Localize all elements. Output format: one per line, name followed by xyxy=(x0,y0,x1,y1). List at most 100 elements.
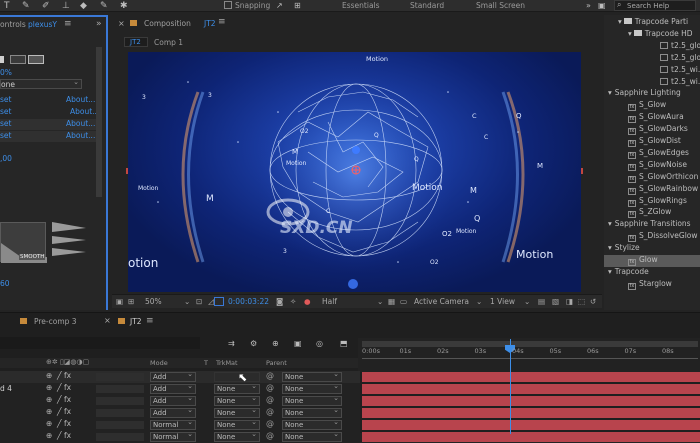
reset-link[interactable]: set xyxy=(0,107,11,116)
layer-switch-boxes[interactable] xyxy=(96,397,144,405)
eraser-tool-icon[interactable]: ◆ xyxy=(80,1,87,11)
effects-tree-item[interactable]: t2.5_wi... xyxy=(604,77,700,89)
3d-view-icon[interactable]: ▭ xyxy=(400,297,407,306)
layer-switch-boxes[interactable] xyxy=(96,421,144,429)
layer-row[interactable]: ⊕ ╱ fx Add None @ None xyxy=(0,406,360,419)
parent-dropdown[interactable]: None xyxy=(282,406,342,418)
about-link[interactable]: About... xyxy=(66,95,95,104)
left-scrollbar[interactable] xyxy=(96,47,102,197)
effects-tree-item[interactable]: fx S_GlowAura xyxy=(604,112,700,124)
mode-dropdown[interactable]: Add xyxy=(150,382,196,394)
layer-row[interactable]: ⊕ ╱ fx Add @ None xyxy=(0,370,360,383)
effects-tree-item[interactable]: t2.5_glow xyxy=(604,53,700,65)
toggle-on-button[interactable] xyxy=(28,55,44,64)
draft-3d-icon[interactable]: ⚙ xyxy=(250,339,257,348)
layer-switch-boxes[interactable] xyxy=(96,409,144,417)
layer-switches[interactable]: ⊕ ╱ fx xyxy=(46,419,71,428)
effects-tree-item[interactable]: fx S_ZGlow xyxy=(604,207,700,219)
parent-dropdown[interactable]: None xyxy=(282,394,342,406)
view-layout-icon[interactable]: ▤ xyxy=(538,297,545,306)
layer-switch-boxes[interactable] xyxy=(96,433,144,441)
effects-tree-item[interactable]: ▾ Trapcode HD xyxy=(604,29,700,41)
layer-duration-bar[interactable] xyxy=(362,432,700,442)
effects-tree-item[interactable]: ▾ Sapphire Transitions xyxy=(604,219,700,231)
timecode[interactable]: 0:00:03:22 xyxy=(228,297,269,306)
curve-presets-icon[interactable] xyxy=(52,222,88,258)
timeline-menu-icon[interactable]: ≡ xyxy=(146,316,154,326)
trkmat-dropdown[interactable]: None xyxy=(214,430,260,442)
comp-tab-label[interactable]: Composition xyxy=(144,19,191,28)
comp-flowchart-icon[interactable]: ⇉ xyxy=(228,339,235,348)
zoom-chevron-icon[interactable]: ⌄ xyxy=(184,297,190,306)
color-channels-icon[interactable]: ● xyxy=(304,297,311,306)
tab-pre-comp-3[interactable]: Pre-comp 3 xyxy=(34,317,77,326)
effects-tree-item[interactable]: ▾ Sapphire Lighting xyxy=(604,88,700,100)
shy-icon[interactable]: ⊕ xyxy=(272,339,279,348)
layer-duration-bar[interactable] xyxy=(362,408,700,418)
pickwhip-icon[interactable]: @ xyxy=(266,383,274,392)
layer-search-input[interactable] xyxy=(0,337,200,349)
layer-switch-boxes[interactable] xyxy=(96,373,144,381)
close-tab-icon[interactable]: × xyxy=(118,19,125,28)
toggle-off-button[interactable] xyxy=(10,55,26,64)
time-ruler[interactable] xyxy=(358,338,700,372)
breadcrumb-parent[interactable]: Comp 1 xyxy=(154,38,183,47)
window-icon[interactable]: ▣ xyxy=(598,1,606,10)
effect-controls-tab[interactable]: ontrols plexusY ≡ » xyxy=(0,19,106,31)
parent-dropdown[interactable]: None xyxy=(282,430,342,442)
layer-switches[interactable]: ⊕ ╱ fx xyxy=(46,431,71,440)
snap-options-icon[interactable]: ⊞ xyxy=(294,1,301,10)
workspace-small-screen[interactable]: Small Screen xyxy=(476,1,525,10)
expand-panel-icon[interactable]: » xyxy=(96,19,102,29)
effects-tree-item[interactable]: fx S_GlowEdges xyxy=(604,148,700,160)
pickwhip-icon[interactable]: @ xyxy=(266,419,274,428)
about-link[interactable]: About... xyxy=(70,107,99,116)
percent-value[interactable]: 0% xyxy=(0,68,12,77)
layer-switches[interactable]: ⊕ ╱ fx xyxy=(46,407,71,416)
workspace-menu-icon[interactable]: » xyxy=(586,1,591,10)
zoom-value[interactable]: 50% xyxy=(145,297,162,306)
mode-dropdown[interactable]: Add xyxy=(150,394,196,406)
about-link[interactable]: About... xyxy=(66,119,95,128)
reset-link[interactable]: set xyxy=(0,131,11,140)
comp-menu-icon[interactable]: ≡ xyxy=(218,17,226,27)
effects-tree-item[interactable]: ▾ Stylize xyxy=(604,243,700,255)
workspace-essentials[interactable]: Essentials xyxy=(342,1,380,10)
layer-switches[interactable]: ⊕ ╱ fx xyxy=(46,371,71,380)
effect-dropdown[interactable]: one ⌄ xyxy=(0,78,82,89)
fast-preview-icon[interactable]: ▧ xyxy=(552,297,559,306)
channel-icon[interactable]: ✧ xyxy=(290,297,296,306)
playhead-line[interactable] xyxy=(510,339,511,434)
layer-switches[interactable]: ⊕ ╱ fx xyxy=(46,383,71,392)
view-chevron-icon[interactable]: ⌄ xyxy=(524,297,530,306)
motion-blur-icon[interactable]: ◎ xyxy=(316,339,323,348)
frame-blend-icon[interactable]: ▣ xyxy=(294,339,302,348)
effects-tree-item[interactable]: fx S_GlowRainbow xyxy=(604,184,700,196)
effects-tree-item[interactable]: fx Starglow xyxy=(604,279,700,291)
effects-tree-item[interactable]: fx Glow xyxy=(604,255,700,267)
workspace-standard[interactable]: Standard xyxy=(410,1,444,10)
tab-jt2[interactable]: JT2 xyxy=(130,317,142,326)
effects-tree-item[interactable]: ▾ Trapcode Parti xyxy=(604,17,700,29)
search-help-box[interactable]: ⌕ Search Help xyxy=(614,0,696,11)
region-icon[interactable] xyxy=(214,297,224,306)
safe-zones-icon[interactable]: ⊡ xyxy=(196,297,202,306)
layer-switch-boxes[interactable] xyxy=(96,385,144,393)
effects-tree-item[interactable]: t2.5_wi... xyxy=(604,65,700,77)
trkmat-dropdown[interactable]: None xyxy=(214,418,260,430)
effects-tree-item[interactable]: ▾ Trapcode xyxy=(604,267,700,279)
layer-duration-bar[interactable] xyxy=(362,396,700,406)
trkmat-dropdown[interactable]: None xyxy=(214,394,260,406)
transparency-icon[interactable]: ▦ xyxy=(388,297,395,306)
parent-dropdown[interactable]: None xyxy=(282,382,342,394)
type-tool-icon[interactable]: T xyxy=(4,1,10,11)
exposure-icon[interactable]: ↺ xyxy=(590,297,596,306)
effects-tree-item[interactable]: t2.5_glow xyxy=(604,41,700,53)
layer-row[interactable]: d 4 ⊕ ╱ fx Add None @ None xyxy=(0,382,360,395)
layer-duration-bar[interactable] xyxy=(362,420,700,430)
comp-tab-name[interactable]: JT2 xyxy=(204,19,216,28)
camera-chevron-icon[interactable]: ⌄ xyxy=(476,297,482,306)
layer-duration-bar[interactable] xyxy=(362,372,700,382)
mode-dropdown[interactable]: Add xyxy=(150,370,196,382)
grid-icon[interactable]: ⊞ xyxy=(128,297,134,306)
